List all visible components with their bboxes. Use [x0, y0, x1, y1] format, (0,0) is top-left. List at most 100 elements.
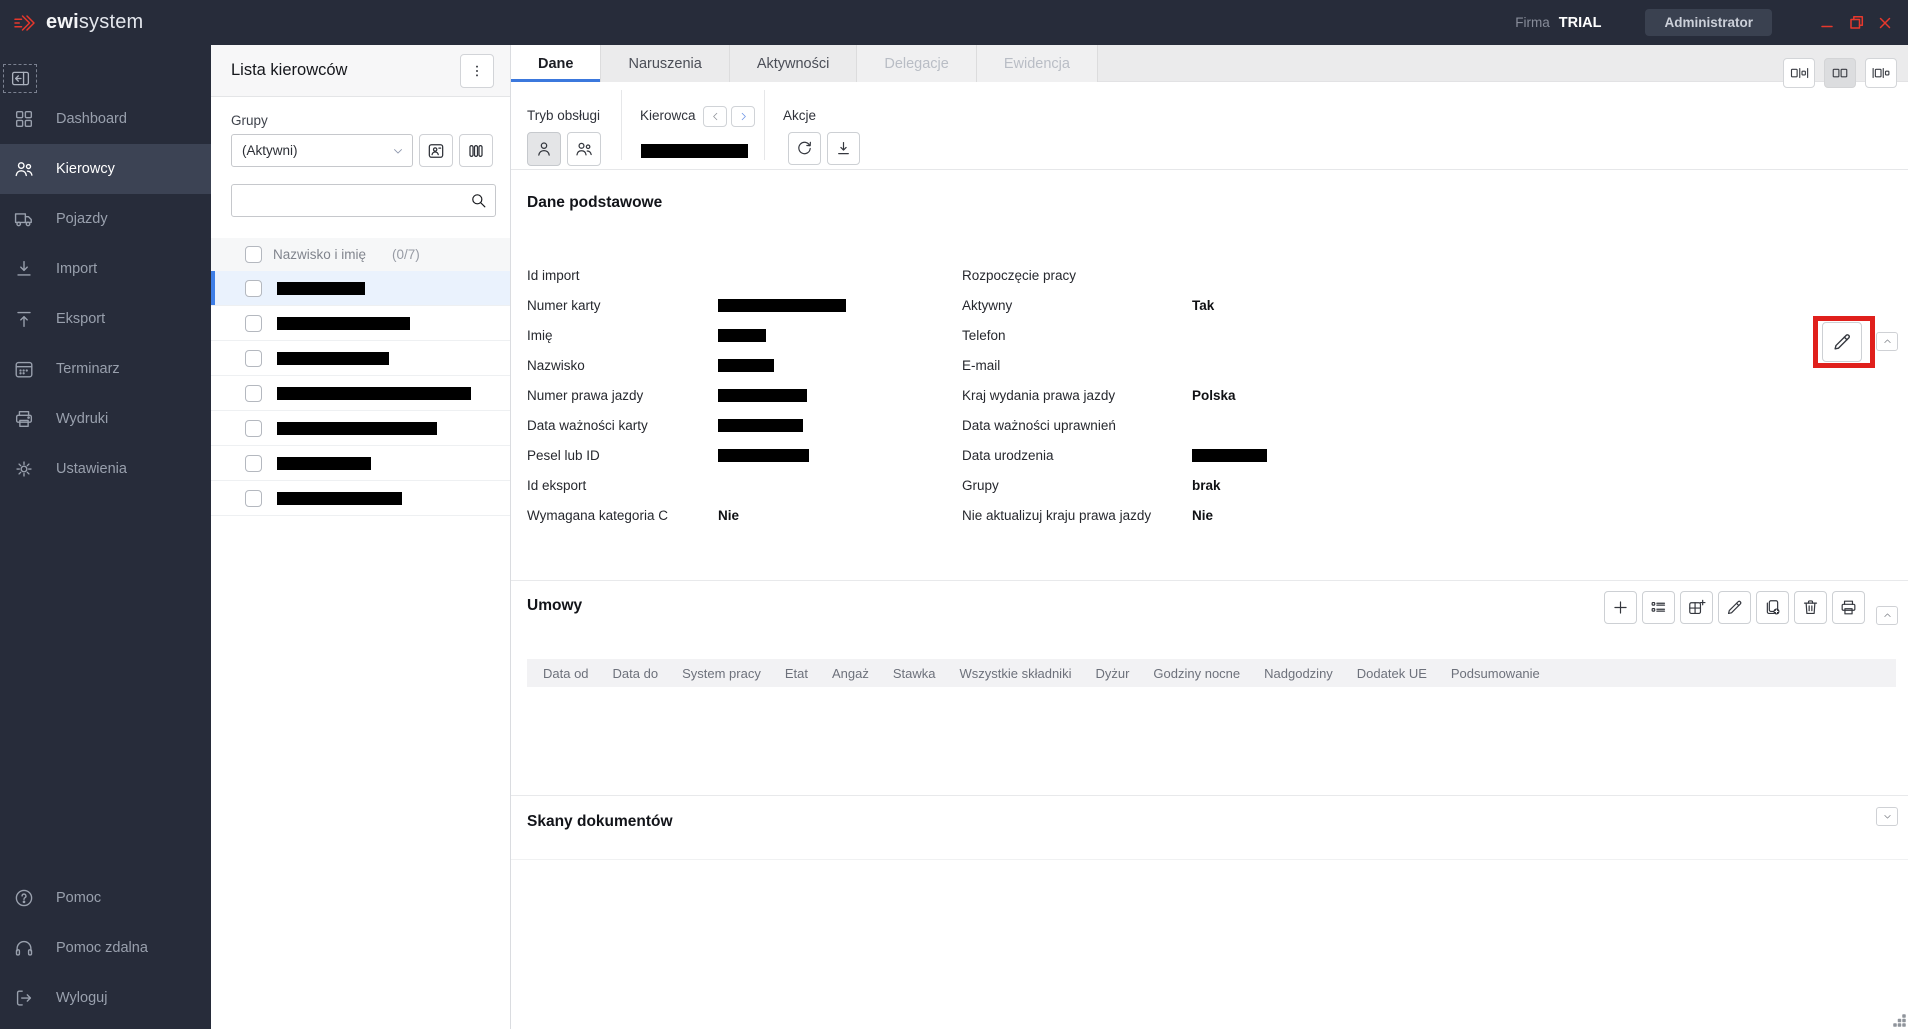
maximize-button[interactable]: [1847, 14, 1865, 32]
sidebar-item-terminarz[interactable]: Terminarz: [0, 344, 211, 394]
driver-nav-label: Kierowca: [640, 108, 696, 123]
driver-list-item[interactable]: [211, 271, 510, 306]
actions-group: [788, 132, 860, 165]
sidebar-item-pomoc[interactable]: Pomoc: [0, 873, 211, 923]
column-header[interactable]: System pracy: [682, 666, 761, 681]
sidebar-item-kierowcy[interactable]: Kierowcy: [0, 144, 211, 194]
column-header[interactable]: Data do: [613, 666, 659, 681]
field-label: Imię: [527, 327, 553, 343]
sidebar-item-pojazdy[interactable]: Pojazdy: [0, 194, 211, 244]
company-label: Firma: [1515, 15, 1550, 30]
resize-grip-icon: [1893, 1014, 1906, 1027]
driver-list-item[interactable]: [211, 481, 510, 516]
contracts-table-header: Data od Data do System pracy Etat Angaż …: [527, 659, 1896, 687]
column-header[interactable]: Wszystkie składniki: [959, 666, 1071, 681]
printer-icon: [15, 410, 33, 428]
user-menu-button[interactable]: Administrator: [1645, 9, 1772, 36]
add-annex-button[interactable]: [1680, 591, 1713, 624]
sidebar-collapse-button[interactable]: [3, 64, 37, 93]
sidebar-nav: Dashboard Kierowcy Pojazdy Import Ekspor…: [0, 94, 211, 494]
edit-contract-button[interactable]: [1718, 591, 1751, 624]
panel-menu-button[interactable]: [460, 54, 494, 88]
sidebar-item-label: Pojazdy: [56, 211, 108, 227]
pencil-icon: [1834, 334, 1850, 350]
app-window: ewisystem Firma TRIAL Administrator Dash…: [0, 0, 1908, 1029]
columns-view-button[interactable]: [459, 134, 493, 167]
single-driver-mode-button[interactable]: [527, 132, 561, 166]
column-header[interactable]: Nadgodziny: [1264, 666, 1333, 681]
field-label: Nazwisko: [527, 357, 585, 373]
contract-details-button[interactable]: [1642, 591, 1675, 624]
people-icon: [576, 142, 592, 156]
column-header[interactable]: Etat: [785, 666, 808, 681]
resize-grip[interactable]: [1893, 1014, 1906, 1027]
column-header[interactable]: Godziny nocne: [1153, 666, 1240, 681]
driver-checkbox[interactable]: [245, 489, 262, 507]
select-all-checkbox[interactable]: [245, 246, 262, 263]
refresh-button[interactable]: [788, 132, 821, 165]
column-header[interactable]: Angaż: [832, 666, 869, 681]
field-label: Data ważności uprawnień: [962, 417, 1116, 433]
redacted-field-value: [718, 418, 803, 432]
driver-list-item[interactable]: [211, 411, 510, 446]
group-mode-button[interactable]: [567, 132, 601, 166]
minimize-button[interactable]: [1818, 14, 1836, 32]
driver-checkbox[interactable]: [245, 314, 262, 332]
tab-aktywnosci[interactable]: Aktywności: [729, 45, 858, 82]
redacted-driver-name: [277, 316, 410, 330]
driver-list-item[interactable]: [211, 446, 510, 481]
edit-basic-data-button[interactable]: [1822, 322, 1862, 362]
driver-list-item[interactable]: [211, 341, 510, 376]
collapse-section-button[interactable]: [1876, 332, 1898, 351]
app-logo: ewisystem: [0, 11, 143, 35]
duplicate-contract-button[interactable]: [1756, 591, 1789, 624]
driver-card-view-button[interactable]: [419, 134, 453, 167]
driver-checkbox[interactable]: [245, 349, 262, 367]
close-button[interactable]: [1876, 14, 1894, 32]
drivers-icon: [15, 162, 33, 177]
refresh-icon: [798, 141, 811, 155]
driver-list-filters: Grupy (Aktywni): [211, 97, 510, 217]
driver-list-item[interactable]: [211, 306, 510, 341]
layout-two-pane-button[interactable]: [1824, 58, 1856, 88]
column-header[interactable]: Dyżur: [1095, 666, 1129, 681]
driver-checkbox[interactable]: [245, 419, 262, 437]
collapse-panel-icon: [11, 71, 29, 86]
field-label: Data ważności karty: [527, 417, 648, 433]
tab-dane[interactable]: Dane: [511, 45, 602, 82]
layout-detail-right-button[interactable]: [1783, 58, 1815, 88]
driver-checkbox[interactable]: [245, 384, 262, 402]
id-card-icon: [428, 143, 444, 158]
print-contracts-button[interactable]: [1832, 591, 1865, 624]
download-button[interactable]: [827, 132, 860, 165]
column-header[interactable]: Data od: [543, 666, 589, 681]
collapse-section-button[interactable]: [1876, 606, 1898, 625]
sidebar-item-pomoc-zdalna[interactable]: Pomoc zdalna: [0, 923, 211, 973]
sidebar-item-wydruki[interactable]: Wydruki: [0, 394, 211, 444]
next-driver-button[interactable]: [731, 106, 755, 127]
column-header[interactable]: Podsumowanie: [1451, 666, 1540, 681]
sidebar-item-import[interactable]: Import: [0, 244, 211, 294]
tab-naruszenia[interactable]: Naruszenia: [601, 45, 730, 82]
sidebar-item-wyloguj[interactable]: Wyloguj: [0, 973, 211, 1023]
sidebar-item-dashboard[interactable]: Dashboard: [0, 94, 211, 144]
sidebar-item-ustawienia[interactable]: Ustawienia: [0, 444, 211, 494]
groups-select[interactable]: (Aktywni): [231, 134, 413, 167]
column-header[interactable]: Stawka: [893, 666, 936, 681]
delete-contract-button[interactable]: [1794, 591, 1827, 624]
driver-list-item[interactable]: [211, 376, 510, 411]
driver-checkbox[interactable]: [245, 454, 262, 472]
column-header[interactable]: Dodatek UE: [1357, 666, 1427, 681]
section-title: Dane podstawowe: [527, 194, 663, 211]
redacted-driver-name: [277, 281, 365, 295]
expand-section-button[interactable]: [1876, 807, 1898, 826]
driver-search-input[interactable]: [231, 184, 496, 217]
sidebar-item-eksport[interactable]: Eksport: [0, 294, 211, 344]
driver-checkbox[interactable]: [245, 279, 262, 297]
previous-driver-button[interactable]: [703, 106, 727, 127]
chevron-up-icon: [1883, 613, 1891, 617]
add-contract-button[interactable]: [1604, 591, 1637, 624]
chevron-down-icon: [1883, 815, 1891, 819]
layout-detail-left-button[interactable]: [1865, 58, 1897, 88]
layout-detail-right-icon: [1790, 67, 1809, 79]
